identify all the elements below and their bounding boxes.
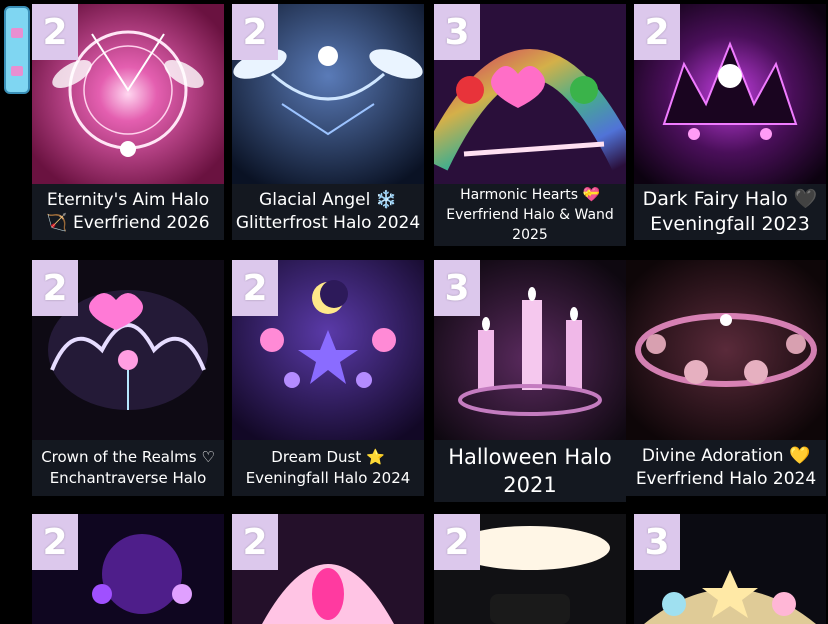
item-card[interactable]: 2 xyxy=(434,514,626,624)
title-line: Eternity's Aim Halo xyxy=(46,190,210,210)
item-title: Dream Dust ⭐ Eveningfall Halo 2024 xyxy=(232,440,424,496)
title-line: Eveningfall 2023 xyxy=(650,213,810,235)
halo-grid: 2 Eternity's Aim Halo 🏹 Everfriend 2026 … xyxy=(0,0,828,624)
quantity-badge: 3 xyxy=(634,514,680,570)
quantity-badge: 3 xyxy=(434,260,480,316)
quantity-badge: 3 xyxy=(434,4,480,60)
quantity-badge: 2 xyxy=(232,4,278,60)
title-line: Everfriend Halo & Wand xyxy=(446,207,614,223)
title-line: Divine Adoration 💛 xyxy=(641,446,811,466)
quantity-badge: 2 xyxy=(32,4,78,60)
title-line: Enchantraverse Halo xyxy=(49,469,207,487)
quantity-badge: 2 xyxy=(232,260,278,316)
quantity-badge: 2 xyxy=(32,514,78,570)
title-line: 🏹 Everfriend 2026 xyxy=(46,213,210,233)
quantity-badge: 2 xyxy=(232,514,278,570)
quantity-badge: 2 xyxy=(32,260,78,316)
title-line: Crown of the Realms ♡ xyxy=(41,448,215,466)
item-card[interactable]: 2 Dark Fairy Halo 🖤 Eveningfall 2023 xyxy=(634,4,826,240)
item-card[interactable]: 2 xyxy=(32,514,224,624)
title-line: Dark Fairy Halo 🖤 xyxy=(642,188,818,210)
title-line: Dream Dust ⭐ xyxy=(271,448,385,466)
item-card[interactable]: 2 Dream Dust ⭐ Eveningfall Halo 2024 xyxy=(232,260,424,496)
item-card[interactable]: 2 xyxy=(232,514,424,624)
item-image xyxy=(626,260,826,440)
title-line: 2025 xyxy=(512,227,548,243)
quantity-badge: 2 xyxy=(434,514,480,570)
item-card[interactable]: 3 xyxy=(634,514,826,624)
title-line: Eveningfall Halo 2024 xyxy=(245,469,411,487)
item-title: Harmonic Hearts 💝 Everfriend Halo & Wand… xyxy=(434,184,626,246)
title-line: Everfriend Halo 2024 xyxy=(635,469,817,489)
item-card[interactable]: 2 Crown of the Realms ♡ Enchantraverse H… xyxy=(32,260,224,496)
item-card[interactable]: 2 Eternity's Aim Halo 🏹 Everfriend 2026 xyxy=(32,4,224,240)
item-title: Halloween Halo 2021 xyxy=(434,440,626,502)
item-title: Crown of the Realms ♡ Enchantraverse Hal… xyxy=(32,440,224,496)
quantity-badge: 2 xyxy=(634,4,680,60)
item-title: Dark Fairy Halo 🖤 Eveningfall 2023 xyxy=(634,184,826,240)
item-card[interactable]: 3 Halloween Halo 2021 xyxy=(434,260,626,502)
item-title: Glacial Angel ❄️ Glitterfrost Halo 2024 xyxy=(232,184,424,240)
title-line: Glacial Angel ❄️ xyxy=(259,190,397,210)
item-title: Eternity's Aim Halo 🏹 Everfriend 2026 xyxy=(32,184,224,240)
title-line: Halloween Halo xyxy=(448,445,612,469)
title-line: 2021 xyxy=(503,473,557,497)
title-line: Harmonic Hearts 💝 xyxy=(460,187,600,203)
title-line: Glitterfrost Halo 2024 xyxy=(235,213,421,233)
item-card[interactable]: 3 Harmonic Hearts 💝 Everfriend Halo & Wa… xyxy=(434,4,626,246)
item-title: Divine Adoration 💛 Everfriend Halo 2024 xyxy=(626,440,826,496)
item-card[interactable]: Divine Adoration 💛 Everfriend Halo 2024 xyxy=(626,260,826,496)
item-card[interactable]: 2 Glacial Angel ❄️ Glitterfrost Halo 202… xyxy=(232,4,424,240)
